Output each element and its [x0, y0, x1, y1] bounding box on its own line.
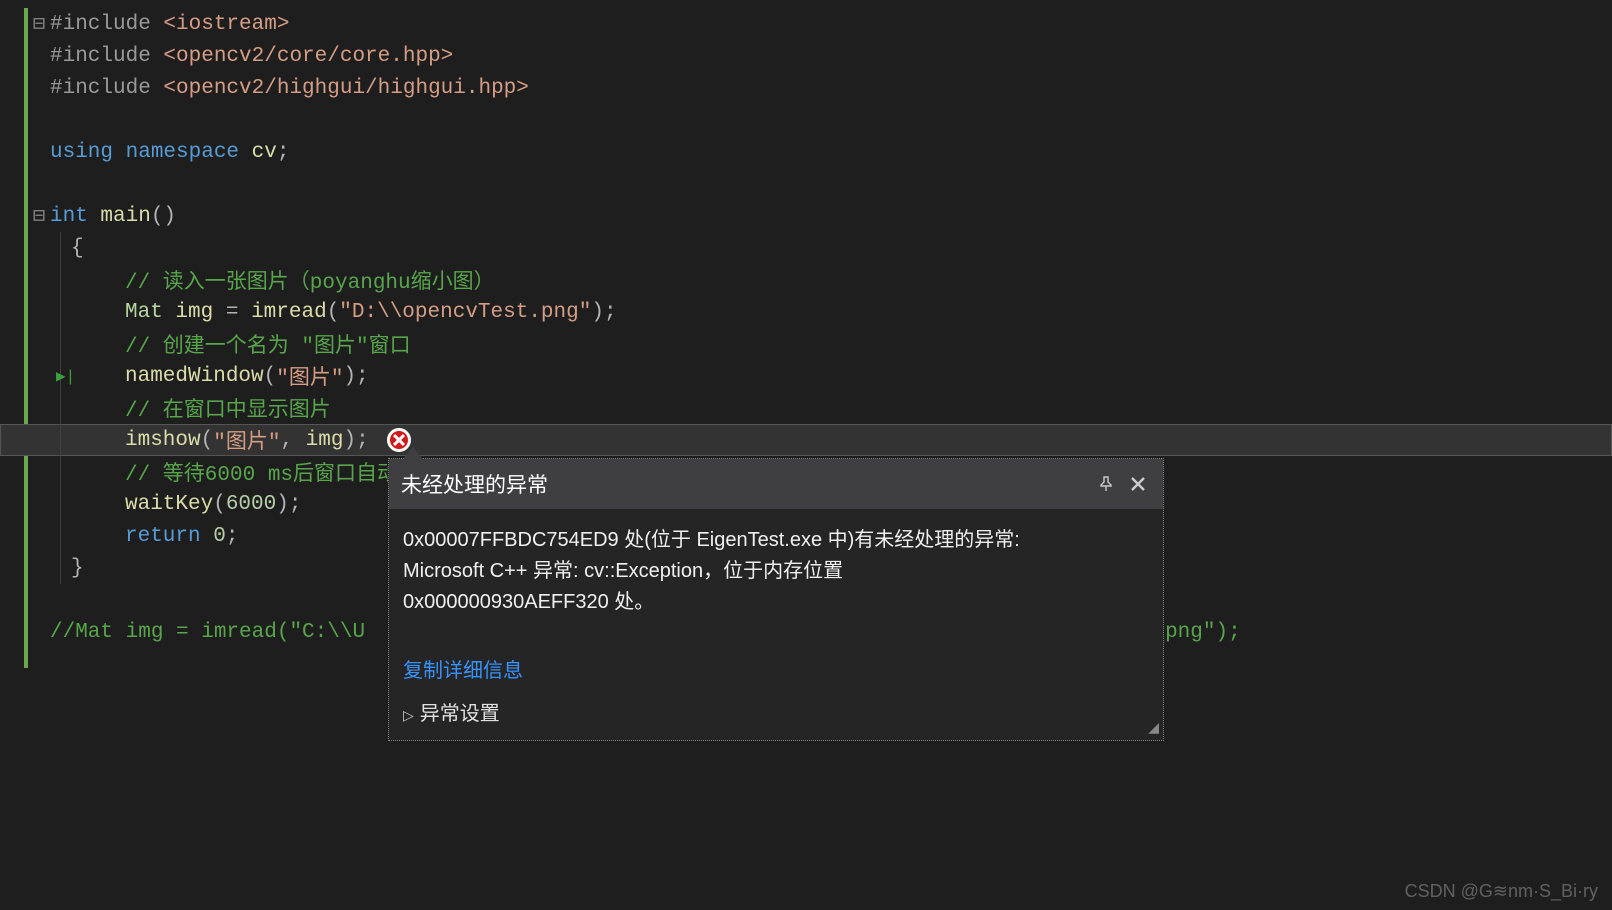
include-path: <iostream> — [163, 13, 289, 36]
close-icon[interactable] — [1125, 471, 1151, 497]
watermark: CSDN @G≋nm·S_Bi·ry — [1405, 881, 1598, 902]
code-line-7[interactable]: ⊟int main() — [0, 200, 1612, 232]
fold-minus-icon[interactable]: ⊟ — [30, 11, 48, 37]
comment: // 在窗口中显示图片 — [125, 393, 331, 423]
code-line-2[interactable]: #include <opencv2/core/core.hpp> — [0, 40, 1612, 72]
preproc: #include — [50, 77, 163, 100]
exception-text-line: 0x00007FFBDC754ED9 处(位于 EigenTest.exe 中)… — [403, 525, 1149, 556]
preproc: #include — [50, 13, 163, 36]
code-line-5[interactable]: using namespace cv; — [0, 136, 1612, 168]
indent-guide — [60, 328, 61, 360]
code-line-blank[interactable] — [0, 168, 1612, 200]
indent-guide — [60, 296, 61, 328]
pin-icon[interactable] — [1093, 471, 1119, 497]
popup-body: 0x00007FFBDC754ED9 处(位于 EigenTest.exe 中)… — [389, 509, 1163, 624]
fold-minus-icon[interactable]: ⊟ — [30, 203, 48, 229]
code-line-13[interactable]: // 在窗口中显示图片 — [0, 392, 1612, 424]
code-line-3[interactable]: #include <opencv2/highgui/highgui.hpp> — [0, 72, 1612, 104]
code-line-8[interactable]: { — [0, 232, 1612, 264]
code-line-10[interactable]: Mat img = imread("D:\\opencvTest.png"); — [0, 296, 1612, 328]
indent-guide — [60, 488, 61, 520]
code-line-14-current[interactable]: imshow("图片", img); — [0, 424, 1612, 456]
comment: // 读入一张图片（poyanghu缩小图） — [125, 265, 495, 295]
indent-guide — [60, 552, 61, 584]
include-path: <opencv2/core/core.hpp> — [163, 45, 453, 68]
breakpoint-arrow-icon[interactable]: ▶| — [56, 366, 75, 386]
copy-details-link[interactable]: 复制详细信息 — [403, 654, 1149, 683]
code-line-11[interactable]: // 创建一个名为 "图片"窗口 — [0, 328, 1612, 360]
popup-title: 未经处理的异常 — [401, 469, 1087, 499]
popup-links: 复制详细信息 — [389, 624, 1163, 691]
indent-guide — [60, 264, 61, 296]
exception-popup[interactable]: 未经处理的异常 0x00007FFBDC754ED9 处(位于 EigenTes… — [388, 458, 1164, 741]
triangle-right-icon: ▷ — [403, 707, 414, 723]
resize-grip-icon[interactable]: ◢ — [1148, 719, 1157, 736]
exception-settings-label: 异常设置 — [420, 703, 500, 725]
include-path: <opencv2/highgui/highgui.hpp> — [163, 77, 528, 100]
comment: // 创建一个名为 "图片"窗口 — [125, 329, 411, 359]
preproc: #include — [50, 45, 163, 68]
exception-text-line: Microsoft C++ 异常: cv::Exception，位于内存位置 — [403, 556, 1149, 587]
exception-settings-expander[interactable]: ▷ 异常设置 — [389, 691, 1163, 740]
comment: //Mat img = imread("C:\\U — [50, 621, 365, 644]
indent-guide — [60, 520, 61, 552]
code-line-1[interactable]: ⊟#include <iostream> — [0, 8, 1612, 40]
code-line-12[interactable]: ▶| namedWindow("图片"); — [0, 360, 1612, 392]
code-line-blank[interactable] — [0, 104, 1612, 136]
code-line-9[interactable]: // 读入一张图片（poyanghu缩小图） — [0, 264, 1612, 296]
indent-guide — [60, 424, 61, 456]
exception-text-line: 0x000000930AEFF320 处。 — [403, 587, 1149, 618]
comment: png"); — [1165, 621, 1241, 644]
indent-guide — [60, 232, 61, 264]
indent-guide — [60, 392, 61, 424]
popup-header[interactable]: 未经处理的异常 — [389, 459, 1163, 509]
indent-guide — [60, 456, 61, 488]
